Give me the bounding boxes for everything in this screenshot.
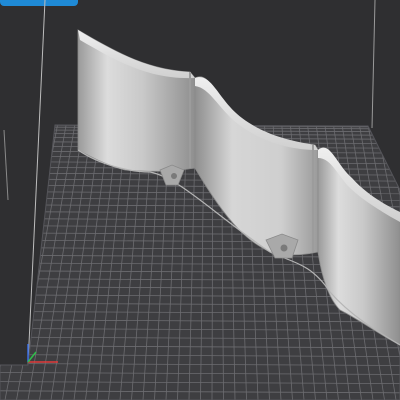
grid-column-line — [0, 125, 32, 400]
3d-viewport[interactable] — [0, 0, 400, 400]
scene-canvas[interactable] — [0, 0, 400, 400]
grid-column-line — [0, 125, 15, 400]
grid-column-line — [0, 125, 24, 400]
grid-column-line — [0, 125, 7, 400]
